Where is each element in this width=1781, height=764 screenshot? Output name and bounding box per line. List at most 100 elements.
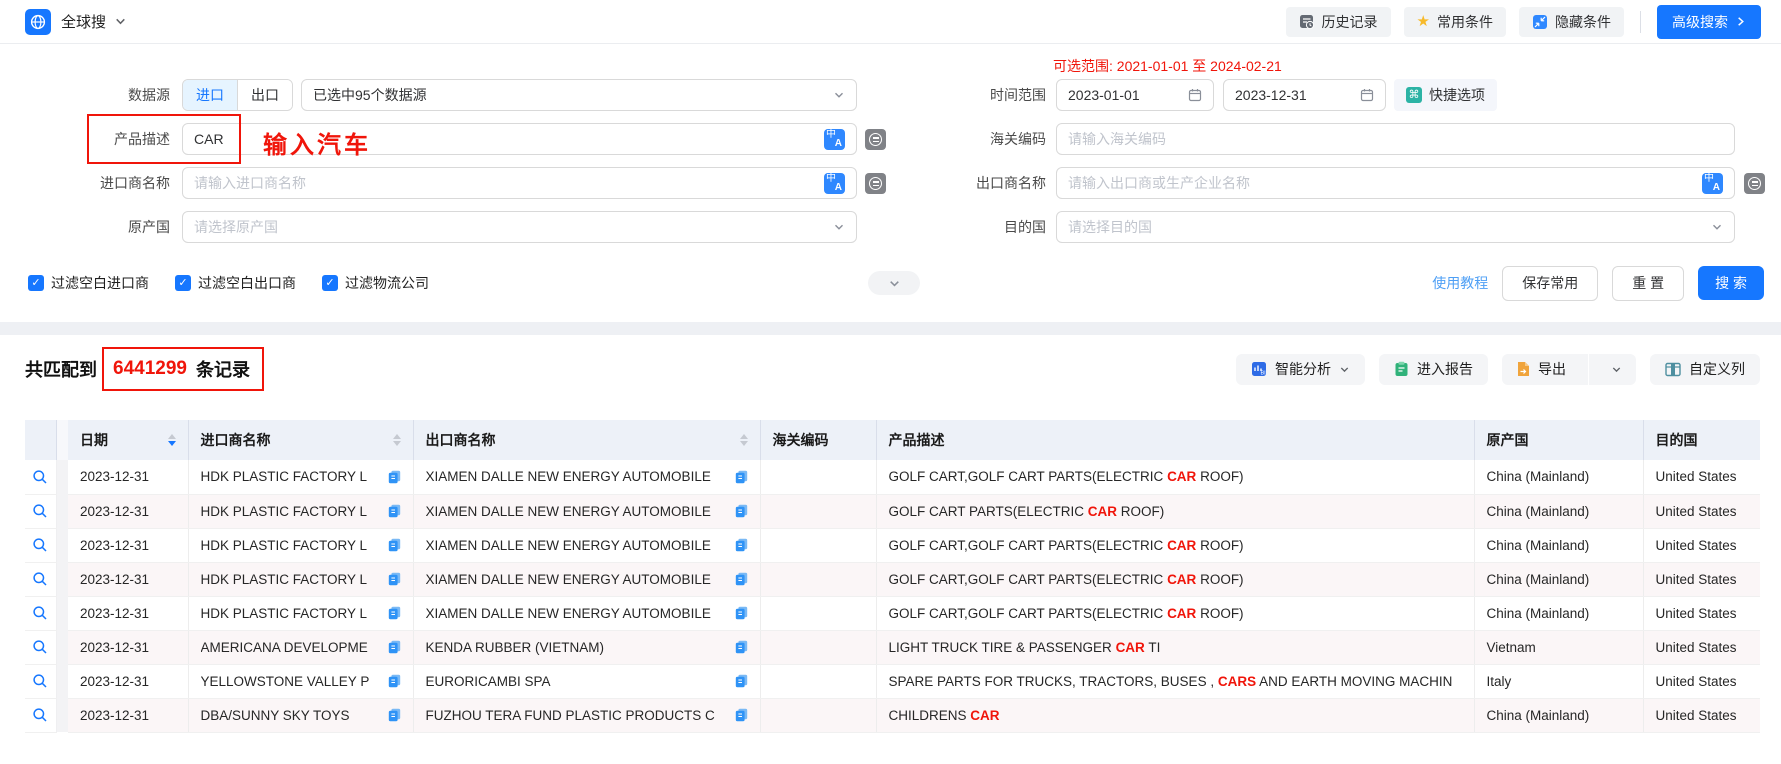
copy-icon[interactable] xyxy=(735,538,748,552)
copy-icon[interactable] xyxy=(388,708,401,722)
toggle-export[interactable]: 出口 xyxy=(237,80,292,110)
svg-text:BI: BI xyxy=(1261,371,1267,377)
copy-icon[interactable] xyxy=(388,572,401,586)
cell-hs-code xyxy=(760,494,876,528)
copy-icon[interactable] xyxy=(388,606,401,620)
copy-icon[interactable] xyxy=(735,606,748,620)
smart-analysis-button[interactable]: BI 智能分析 xyxy=(1236,354,1365,385)
end-date-input[interactable] xyxy=(1223,79,1386,111)
checkbox-label: 过滤物流公司 xyxy=(345,273,429,293)
tutorial-link[interactable]: 使用教程 xyxy=(1432,273,1488,293)
header-importer: 进口商名称 xyxy=(188,420,413,460)
magnifier-icon[interactable] xyxy=(32,537,48,553)
hs-code-input[interactable] xyxy=(1056,123,1735,155)
copy-icon[interactable] xyxy=(735,674,748,688)
cell-exporter: FUZHOU TERA FUND PLASTIC PRODUCTS C xyxy=(413,698,760,732)
sort-control-importer[interactable] xyxy=(393,434,401,446)
cell-date: 2023-12-31 xyxy=(68,528,188,562)
app-switcher-chevron-down-icon[interactable] xyxy=(114,15,127,28)
custom-columns-button[interactable]: 自定义列 xyxy=(1650,354,1760,385)
quick-options-button[interactable]: ⌘ 快捷选项 xyxy=(1394,79,1497,111)
cell-origin: Vietnam xyxy=(1474,630,1643,664)
magnifier-icon[interactable] xyxy=(32,707,48,723)
cell-hs-code xyxy=(760,664,876,698)
export-button[interactable]: 导出 xyxy=(1502,354,1580,385)
destination-placeholder: 请选择目的国 xyxy=(1068,217,1152,237)
cell-product-desc: GOLF CART,GOLF CART PARTS(ELECTRIC CAR R… xyxy=(876,460,1474,494)
expand-form-button[interactable] xyxy=(868,271,920,295)
datasource-select[interactable]: 已选中95个数据源 xyxy=(301,79,857,111)
hs-code-field[interactable] xyxy=(1068,131,1723,147)
checkbox-filter-blank-importer[interactable]: ✓ 过滤空白进口商 xyxy=(28,273,149,293)
copy-icon[interactable] xyxy=(388,470,401,484)
importer-input[interactable]: 中A xyxy=(182,167,857,199)
reset-button[interactable]: 重 置 xyxy=(1612,266,1684,301)
export-split-button: 导出 xyxy=(1502,354,1636,385)
star-icon: ★ xyxy=(1417,14,1430,29)
magnifier-icon[interactable] xyxy=(32,571,48,587)
exporter-field[interactable] xyxy=(1068,175,1702,191)
destination-select[interactable]: 请选择目的国 xyxy=(1056,211,1735,243)
cell-date: 2023-12-31 xyxy=(68,562,188,596)
row-detail-cell xyxy=(25,664,56,698)
cell-importer: DBA/SUNNY SKY TOYS xyxy=(188,698,413,732)
app-logo-globe-icon xyxy=(25,9,51,35)
copy-icon[interactable] xyxy=(735,640,748,654)
exact-match-toggle-icon[interactable] xyxy=(865,173,886,194)
copy-icon[interactable] xyxy=(735,504,748,518)
sort-control-date[interactable] xyxy=(168,434,176,446)
copy-icon[interactable] xyxy=(388,674,401,688)
exporter-label: 出口商名称 xyxy=(890,173,1056,193)
exporter-input[interactable]: 中A xyxy=(1056,167,1735,199)
checkbox-filter-logistics[interactable]: ✓ 过滤物流公司 xyxy=(322,273,429,293)
history-button[interactable]: 历史记录 xyxy=(1286,7,1391,37)
importer-field[interactable] xyxy=(194,175,824,191)
checkbox-filter-blank-exporter[interactable]: ✓ 过滤空白出口商 xyxy=(175,273,296,293)
copy-icon[interactable] xyxy=(388,538,401,552)
magnifier-icon[interactable] xyxy=(32,639,48,655)
report-clipboard-icon xyxy=(1394,361,1409,377)
copy-icon[interactable] xyxy=(735,470,748,484)
hs-code-row: 海关编码 xyxy=(890,122,1768,156)
translate-icon[interactable]: 中A xyxy=(824,129,845,150)
copy-icon[interactable] xyxy=(735,572,748,586)
fixed-column-gap xyxy=(56,420,68,460)
cell-exporter: XIAMEN DALLE NEW ENERGY AUTOMOBILE xyxy=(413,494,760,528)
results-actions: BI 智能分析 进入报告 导出 自定义列 xyxy=(1236,354,1760,385)
exact-match-toggle-icon[interactable] xyxy=(1744,173,1765,194)
hide-conditions-button[interactable]: 隐藏条件 xyxy=(1519,7,1624,37)
enter-report-button[interactable]: 进入报告 xyxy=(1379,354,1488,385)
end-date-value[interactable] xyxy=(1235,87,1360,103)
advanced-search-button[interactable]: 高级搜索 xyxy=(1657,5,1761,39)
fixed-column-gap xyxy=(56,562,68,596)
cell-hs-code xyxy=(760,528,876,562)
copy-icon[interactable] xyxy=(388,640,401,654)
toggle-import[interactable]: 进口 xyxy=(183,80,237,110)
cell-origin: China (Mainland) xyxy=(1474,596,1643,630)
origin-select[interactable]: 请选择原产国 xyxy=(182,211,857,243)
table-row: 2023-12-31 HDK PLASTIC FACTORY L XIAMEN … xyxy=(25,562,1760,596)
magnifier-icon[interactable] xyxy=(32,673,48,689)
cell-origin: China (Mainland) xyxy=(1474,698,1643,732)
export-options-button[interactable] xyxy=(1597,354,1636,385)
magnifier-icon[interactable] xyxy=(32,503,48,519)
start-date-value[interactable] xyxy=(1068,87,1188,103)
magnifier-icon[interactable] xyxy=(32,605,48,621)
cell-product-desc: GOLF CART PARTS(ELECTRIC CAR ROOF) xyxy=(876,494,1474,528)
search-button[interactable]: 搜 索 xyxy=(1698,266,1764,300)
bi-chart-icon: BI xyxy=(1251,361,1267,377)
exact-match-toggle-icon[interactable] xyxy=(865,129,886,150)
favorites-button[interactable]: ★ 常用条件 xyxy=(1404,7,1506,37)
magnifier-icon[interactable] xyxy=(32,469,48,485)
translate-icon[interactable]: 中A xyxy=(824,173,845,194)
translate-icon[interactable]: 中A xyxy=(1702,173,1723,194)
start-date-input[interactable] xyxy=(1056,79,1214,111)
copy-icon[interactable] xyxy=(388,504,401,518)
copy-icon[interactable] xyxy=(735,708,748,722)
sort-control-exporter[interactable] xyxy=(740,434,748,446)
save-common-button[interactable]: 保存常用 xyxy=(1502,266,1598,301)
cell-destination: United States xyxy=(1643,562,1760,596)
export-label: 导出 xyxy=(1538,359,1566,379)
fixed-column-gap xyxy=(56,596,68,630)
section-divider xyxy=(0,322,1781,335)
